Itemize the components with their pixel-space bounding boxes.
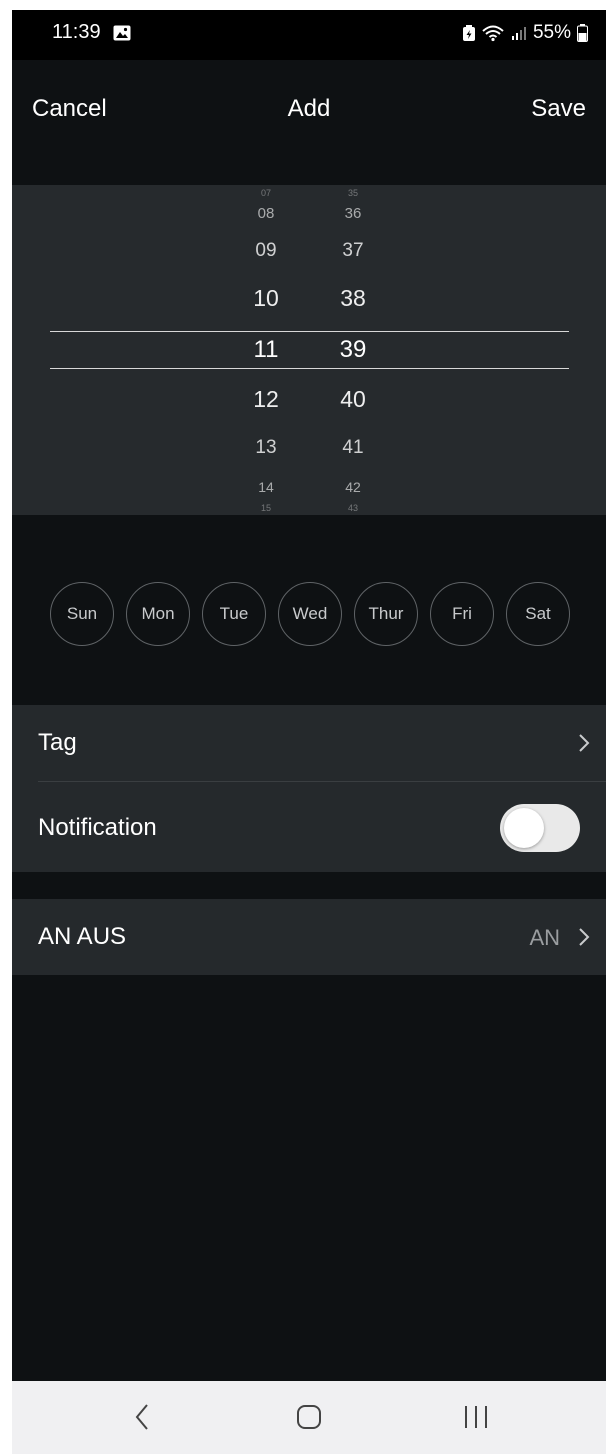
day-toggle-thu[interactable]: Thur (354, 582, 418, 646)
notification-toggle[interactable] (500, 804, 580, 852)
minute-option[interactable]: 43 (323, 503, 383, 513)
time-picker[interactable]: 07 08 09 10 11 12 13 14 15 35 36 37 38 3… (12, 185, 606, 515)
mode-value: AN (529, 925, 560, 950)
selection-line-bottom (50, 368, 569, 369)
page-title: Add (287, 95, 331, 122)
tag-label: Tag (38, 729, 77, 756)
hour-option[interactable]: 12 (236, 386, 296, 413)
minute-option-selected[interactable]: 39 (323, 336, 383, 364)
status-right-group: 55% (462, 21, 588, 45)
minute-wheel[interactable]: 35 36 37 38 39 40 41 42 43 (323, 185, 383, 515)
day-toggle-fri[interactable]: Fri (430, 582, 494, 646)
minute-option[interactable]: 37 (323, 240, 383, 262)
save-button[interactable]: Save (531, 95, 586, 123)
hour-option[interactable]: 07 (236, 188, 296, 198)
day-toggle-tue[interactable]: Tue (202, 582, 266, 646)
minute-option[interactable]: 41 (323, 437, 383, 459)
status-time: 11:39 (52, 21, 101, 43)
gallery-icon (113, 25, 131, 41)
chevron-right-icon (578, 733, 590, 753)
day-toggle-sat[interactable]: Sat (506, 582, 570, 646)
hour-option[interactable]: 08 (236, 205, 296, 222)
minute-option[interactable]: 42 (323, 479, 383, 495)
row-divider (38, 781, 606, 782)
selection-line-top (50, 331, 569, 332)
signal-icon (511, 25, 527, 41)
recent-apps-icon[interactable] (462, 1403, 490, 1436)
battery-saver-icon (462, 25, 475, 41)
weekday-selector: Sun Mon Tue Wed Thur Fri Sat (50, 582, 570, 646)
minute-option[interactable]: 36 (323, 205, 383, 222)
notification-label: Notification (38, 814, 157, 841)
hour-wheel[interactable]: 07 08 09 10 11 12 13 14 15 (236, 185, 296, 515)
app-screen: 11:39 55% Cancel Add Save 07 08 09 10 11… (12, 10, 606, 1454)
hour-option-selected[interactable]: 11 (236, 336, 296, 364)
back-icon[interactable] (134, 1403, 150, 1436)
minute-option[interactable]: 38 (323, 285, 383, 312)
hour-option[interactable]: 09 (236, 240, 296, 262)
minute-option[interactable]: 35 (323, 188, 383, 198)
tag-row[interactable]: Tag (12, 705, 606, 781)
system-navigation-bar (12, 1381, 606, 1454)
hour-option[interactable]: 15 (236, 503, 296, 513)
day-toggle-mon[interactable]: Mon (126, 582, 190, 646)
day-toggle-wed[interactable]: Wed (278, 582, 342, 646)
mode-label: AN AUS (38, 923, 127, 950)
minute-option[interactable]: 40 (323, 386, 383, 413)
hour-option[interactable]: 14 (236, 479, 296, 495)
mode-row[interactable]: AN AUS AN (12, 899, 606, 975)
day-toggle-sun[interactable]: Sun (50, 582, 114, 646)
toggle-knob (504, 808, 544, 848)
hour-option[interactable]: 13 (236, 437, 296, 459)
battery-percentage: 55% (532, 22, 571, 43)
wifi-icon (481, 24, 505, 42)
status-bar: 11:39 55% (12, 10, 606, 60)
header-bar: Cancel Add Save (12, 60, 606, 185)
home-icon[interactable] (296, 1403, 322, 1436)
battery-icon (577, 24, 588, 42)
chevron-right-icon (578, 927, 590, 947)
hour-option[interactable]: 10 (236, 285, 296, 312)
